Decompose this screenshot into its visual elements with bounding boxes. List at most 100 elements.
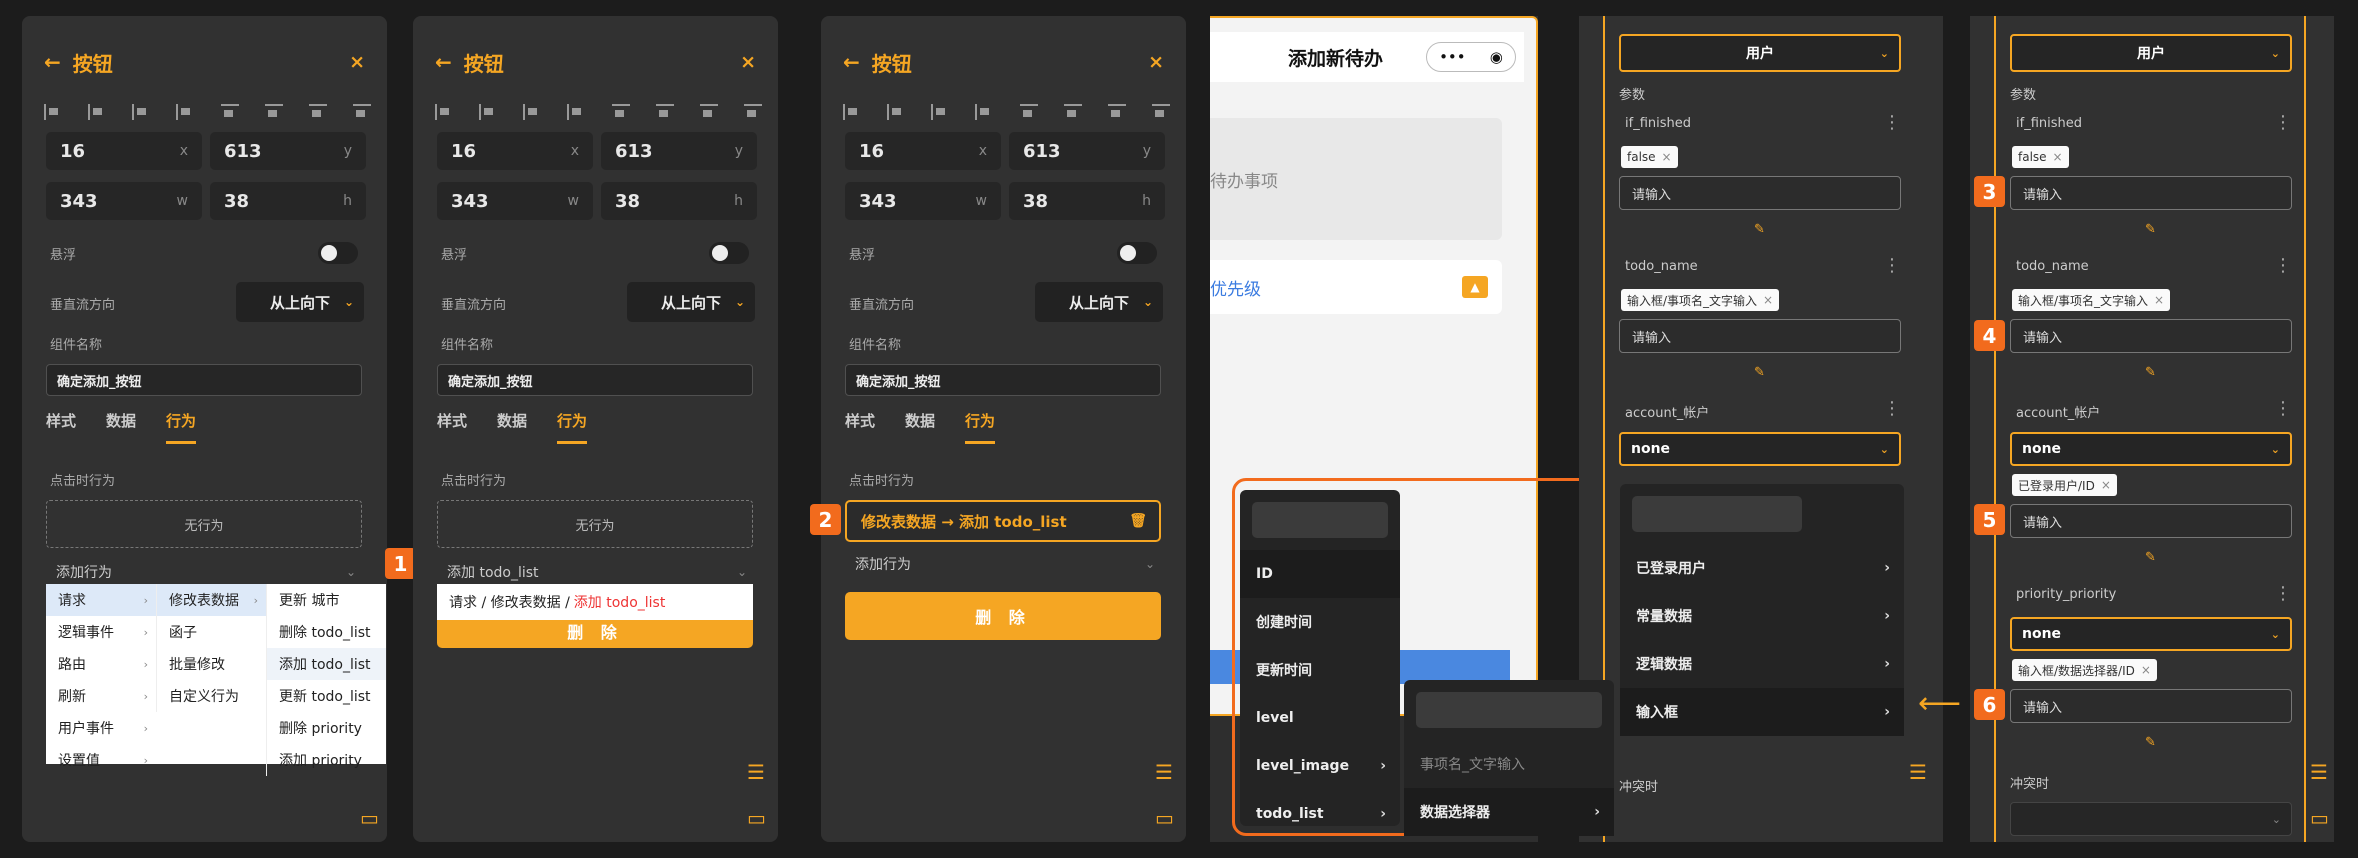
align-bottom-icon[interactable] bbox=[308, 104, 327, 120]
param-input[interactable]: 请输入 bbox=[1619, 319, 1901, 353]
comment-icon[interactable]: ▭ bbox=[360, 806, 379, 830]
user-select[interactable]: 用户 ⌄ bbox=[1619, 34, 1901, 72]
conflict-select[interactable]: ⌄ bbox=[2010, 802, 2292, 836]
delete-button[interactable]: 删 除 bbox=[845, 592, 1161, 640]
comment-icon[interactable]: ▭ bbox=[747, 806, 766, 830]
more-vertical-icon[interactable]: ⋮ bbox=[1883, 398, 1901, 419]
x-field[interactable]: 16 x bbox=[437, 132, 593, 170]
menu-item[interactable]: 删除 todo_list bbox=[267, 616, 386, 648]
more-vertical-icon[interactable]: ⋮ bbox=[2274, 255, 2292, 276]
menu-item[interactable]: level_image › bbox=[1240, 742, 1400, 790]
arrow-left-icon[interactable]: ← bbox=[44, 50, 61, 74]
menu-item[interactable]: 更新 todo_list bbox=[267, 680, 386, 712]
distribute-h-icon[interactable] bbox=[567, 104, 585, 120]
param-input[interactable]: 请输入 bbox=[2010, 176, 2292, 210]
tab-data[interactable]: 数据 bbox=[497, 410, 527, 444]
name-input[interactable]: 确定添加_按钮 bbox=[437, 364, 753, 396]
menu-item[interactable]: level bbox=[1240, 694, 1400, 742]
menu-item[interactable]: ID bbox=[1240, 550, 1400, 598]
tab-data[interactable]: 数据 bbox=[905, 410, 935, 444]
more-vertical-icon[interactable]: ⋮ bbox=[2274, 583, 2292, 604]
pencil-icon[interactable]: ✎ bbox=[2145, 735, 2156, 750]
h-field[interactable]: 38 h bbox=[210, 182, 366, 220]
menu-item[interactable]: 路由 › bbox=[46, 648, 156, 680]
align-middle-icon[interactable] bbox=[1063, 104, 1082, 120]
add-action-select[interactable]: 添加 todo_list ⌄ bbox=[447, 562, 747, 582]
menu-item[interactable]: 删除 priority bbox=[267, 712, 386, 744]
close-icon[interactable]: × bbox=[2053, 150, 2063, 164]
align-bottom-icon[interactable] bbox=[1107, 104, 1126, 120]
source-search-input[interactable] bbox=[1632, 496, 1802, 532]
list-icon[interactable]: ☰ bbox=[2310, 760, 2328, 784]
close-icon[interactable]: × bbox=[2141, 663, 2151, 677]
h-field[interactable]: 38 h bbox=[601, 182, 757, 220]
list-icon[interactable]: ☰ bbox=[1155, 760, 1173, 784]
align-middle-icon[interactable] bbox=[655, 104, 674, 120]
tab-behavior[interactable]: 行为 bbox=[965, 410, 996, 444]
comment-icon[interactable]: ▭ bbox=[1155, 806, 1174, 830]
w-field[interactable]: 343 w bbox=[46, 182, 202, 220]
menu-item[interactable]: 修改表数据 › bbox=[157, 584, 266, 616]
align-middle-icon[interactable] bbox=[264, 104, 283, 120]
align-right-icon[interactable] bbox=[523, 104, 541, 120]
align-center-icon[interactable] bbox=[88, 104, 106, 120]
record-icon[interactable]: ◉ bbox=[1490, 48, 1503, 66]
align-right-icon[interactable] bbox=[931, 104, 949, 120]
tab-data[interactable]: 数据 bbox=[106, 410, 136, 444]
align-center-icon[interactable] bbox=[887, 104, 905, 120]
menu-item[interactable]: 逻辑事件 › bbox=[46, 616, 156, 648]
menu-item[interactable]: 设置值 › bbox=[46, 744, 156, 776]
close-icon[interactable]: × bbox=[2101, 478, 2111, 492]
more-vertical-icon[interactable]: ⋮ bbox=[2274, 398, 2292, 419]
param-input[interactable]: 请输入 bbox=[2010, 689, 2292, 723]
menu-item[interactable]: 数据选择器 › bbox=[1404, 788, 1614, 836]
tab-style[interactable]: 样式 bbox=[46, 410, 76, 444]
priority-row[interactable]: 优先级 ▲ bbox=[1210, 260, 1502, 314]
trash-icon[interactable]: 🗑 bbox=[1129, 513, 1147, 529]
tab-style[interactable]: 样式 bbox=[845, 410, 875, 444]
action-item[interactable]: 修改表数据 → 添加 todo_list 🗑 bbox=[845, 500, 1161, 542]
y-field[interactable]: 613 y bbox=[1009, 132, 1165, 170]
align-left-icon[interactable] bbox=[44, 104, 62, 120]
close-icon[interactable]: × bbox=[740, 51, 756, 73]
tab-behavior[interactable]: 行为 bbox=[166, 410, 197, 444]
pencil-icon[interactable]: ✎ bbox=[2145, 550, 2156, 565]
menu-item[interactable]: todo_list › bbox=[1240, 790, 1400, 838]
menu-item[interactable]: 添加 todo_list bbox=[267, 648, 386, 680]
distribute-h-icon[interactable] bbox=[176, 104, 194, 120]
menu-item[interactable]: 请求 › bbox=[46, 584, 156, 616]
float-toggle[interactable] bbox=[709, 242, 749, 264]
float-toggle[interactable] bbox=[318, 242, 358, 264]
menu-item[interactable]: 创建时间 bbox=[1240, 598, 1400, 646]
float-toggle[interactable] bbox=[1117, 242, 1157, 264]
pencil-icon[interactable]: ✎ bbox=[1754, 222, 1765, 237]
menu-item[interactable]: 自定义行为 bbox=[157, 680, 266, 712]
flow-select[interactable]: 从上向下 ⌄ bbox=[236, 282, 364, 322]
tab-style[interactable]: 样式 bbox=[437, 410, 467, 444]
align-left-icon[interactable] bbox=[843, 104, 861, 120]
x-field[interactable]: 16 x bbox=[845, 132, 1001, 170]
list-icon[interactable]: ☰ bbox=[747, 760, 765, 784]
more-vertical-icon[interactable]: ⋮ bbox=[2274, 112, 2292, 133]
param-select[interactable]: none ⌄ bbox=[2010, 617, 2292, 651]
menu-item[interactable]: 输入框 › bbox=[1620, 688, 1904, 736]
name-input[interactable]: 确定添加_按钮 bbox=[845, 364, 1161, 396]
add-action-select[interactable]: 添加行为 ⌄ bbox=[855, 554, 1155, 574]
flow-select[interactable]: 从上向下 ⌄ bbox=[1035, 282, 1163, 322]
close-icon[interactable]: × bbox=[349, 51, 365, 73]
menu-item[interactable]: 逻辑数据 › bbox=[1620, 640, 1904, 688]
menu-item[interactable]: 批量修改 bbox=[157, 648, 266, 680]
param-select[interactable]: none ⌄ bbox=[2010, 432, 2292, 466]
align-center-icon[interactable] bbox=[479, 104, 497, 120]
menu-item[interactable]: 函子 bbox=[157, 616, 266, 648]
align-top-icon[interactable] bbox=[611, 104, 630, 120]
distribute-v-icon[interactable] bbox=[352, 104, 371, 120]
pencil-icon[interactable]: ✎ bbox=[1754, 365, 1765, 380]
distribute-h-icon[interactable] bbox=[975, 104, 993, 120]
input-search-input[interactable] bbox=[1416, 692, 1602, 728]
menu-item[interactable]: 更新 城市 bbox=[267, 584, 386, 616]
param-input[interactable]: 请输入 bbox=[2010, 504, 2292, 538]
tab-behavior[interactable]: 行为 bbox=[557, 410, 588, 444]
comment-icon[interactable]: ▭ bbox=[2310, 806, 2329, 830]
pencil-icon[interactable]: ✎ bbox=[2145, 365, 2156, 380]
